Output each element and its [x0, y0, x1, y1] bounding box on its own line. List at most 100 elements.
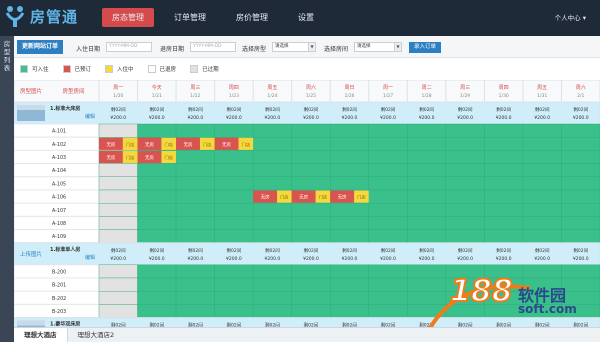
day-cell	[137, 229, 177, 244]
day-cell	[291, 123, 331, 138]
day-cell	[175, 150, 215, 164]
day-cell	[214, 229, 254, 244]
chevron-down-icon: ▼	[394, 43, 401, 51]
remaining-rooms: 剩02间	[458, 247, 473, 254]
room-price: ¥200.0	[534, 256, 550, 262]
day-date: 1/21	[152, 93, 162, 99]
day-cell	[291, 264, 331, 279]
nav-item-3[interactable]: 设置	[288, 8, 324, 27]
day-cell	[214, 123, 254, 138]
remaining-rooms: 剩02间	[111, 106, 126, 113]
day-cell	[291, 202, 331, 217]
day-cell	[137, 189, 177, 204]
checkout-date-label: 退房日期	[160, 46, 185, 53]
day-cell	[407, 202, 447, 217]
day-cell	[445, 123, 485, 138]
day-cell	[175, 202, 215, 217]
day-cell	[252, 150, 292, 164]
remaining-rooms: 剩02间	[227, 106, 242, 113]
day-cell	[522, 176, 562, 191]
day-cell	[291, 290, 331, 305]
day-cell	[175, 304, 215, 318]
day-cell	[561, 150, 600, 164]
day-date: 1/26	[344, 93, 354, 99]
booked-label: 无房	[261, 194, 270, 201]
remaining-rooms: 剩02间	[573, 247, 588, 254]
legend-item: 已过期	[190, 65, 219, 73]
hotel-tab-0[interactable]: 理想大酒店	[14, 328, 68, 342]
day-cell	[330, 150, 369, 164]
day-weekday: 周六	[576, 84, 586, 91]
day-cell	[137, 163, 177, 177]
day-cell	[484, 229, 524, 244]
room-price: ¥200.0	[187, 115, 203, 121]
day-cell	[291, 304, 331, 318]
enter-order-button[interactable]: 录入订单	[409, 42, 442, 53]
checkin-date-input[interactable]: YYYY-MM-DD	[106, 42, 152, 52]
day-cell	[98, 290, 138, 305]
hotel-tab-1[interactable]: 理想大酒店2	[68, 328, 125, 342]
day-cell	[368, 216, 408, 230]
day-cell	[137, 277, 177, 292]
store-label: 门店	[280, 194, 288, 201]
day-cell	[368, 277, 408, 292]
legend-swatch	[20, 65, 28, 73]
day-cell	[407, 176, 447, 191]
order-toolbar: 更新网站订单 入住日期 YYYY-MM-DD 退房日期 YYYY-MM-DD 选…	[14, 36, 600, 58]
day-cell	[175, 229, 215, 244]
remaining-rooms: 剩02间	[265, 106, 280, 113]
day-cell	[484, 176, 524, 191]
day-cell	[252, 277, 292, 292]
day-cell	[407, 163, 447, 177]
nav-item-0[interactable]: 房态管理	[102, 8, 154, 27]
day-cell	[291, 277, 331, 292]
day-cell	[330, 277, 369, 292]
day-cell	[522, 229, 562, 244]
store-label: 门店	[126, 154, 134, 161]
remaining-rooms: 剩02间	[496, 247, 511, 254]
room-name: A-103	[52, 155, 66, 161]
day-cell	[561, 202, 600, 217]
day-cell	[98, 189, 138, 204]
room-type-label: 选择房型	[242, 46, 267, 53]
day-cell	[214, 202, 254, 217]
store-label: 门店	[165, 154, 173, 161]
room-price: ¥200.0	[380, 256, 396, 262]
day-date: 1/27	[383, 93, 393, 99]
room-select[interactable]: 请选择 ▼	[354, 42, 402, 52]
room-type-value: 请选择	[275, 44, 289, 49]
day-cell	[175, 290, 215, 305]
room-type-select[interactable]: 请选择 ▼	[272, 42, 316, 52]
legend-label: 已过期	[202, 67, 219, 73]
remaining-rooms: 剩02间	[111, 247, 126, 254]
store-label: 门店	[242, 141, 250, 148]
room-type-list-toggle[interactable]: 房型列表	[3, 40, 11, 72]
day-cell	[214, 277, 254, 292]
remaining-rooms: 剩02间	[381, 247, 396, 254]
day-cell	[291, 150, 331, 164]
room-price: ¥200.0	[573, 115, 589, 121]
day-cell	[214, 290, 254, 305]
day-weekday: 周三	[190, 85, 200, 91]
booked-label: 无房	[299, 194, 308, 201]
day-cell	[445, 229, 485, 244]
remaining-rooms: 剩02间	[419, 106, 434, 113]
day-cell	[330, 290, 369, 305]
day-cell	[368, 229, 408, 244]
nav-item-1[interactable]: 订单管理	[164, 8, 216, 27]
day-cell	[252, 264, 292, 279]
update-site-orders-button[interactable]: 更新网站订单	[17, 40, 64, 54]
day-cell	[252, 123, 292, 138]
day-cell	[445, 150, 485, 164]
day-cell	[137, 264, 177, 279]
room-price: ¥200.0	[457, 256, 473, 262]
user-menu[interactable]: 个人中心 ▾	[555, 12, 586, 22]
day-cell	[137, 216, 177, 230]
day-cell	[330, 304, 369, 318]
nav-item-2[interactable]: 房价管理	[226, 8, 278, 27]
room-name: A-101	[52, 129, 66, 135]
checkout-date-input[interactable]: YYYY-MM-DD	[190, 42, 236, 52]
day-cell	[407, 123, 447, 138]
day-cell	[368, 176, 408, 191]
app-logo[interactable]: 房管通	[4, 4, 78, 28]
